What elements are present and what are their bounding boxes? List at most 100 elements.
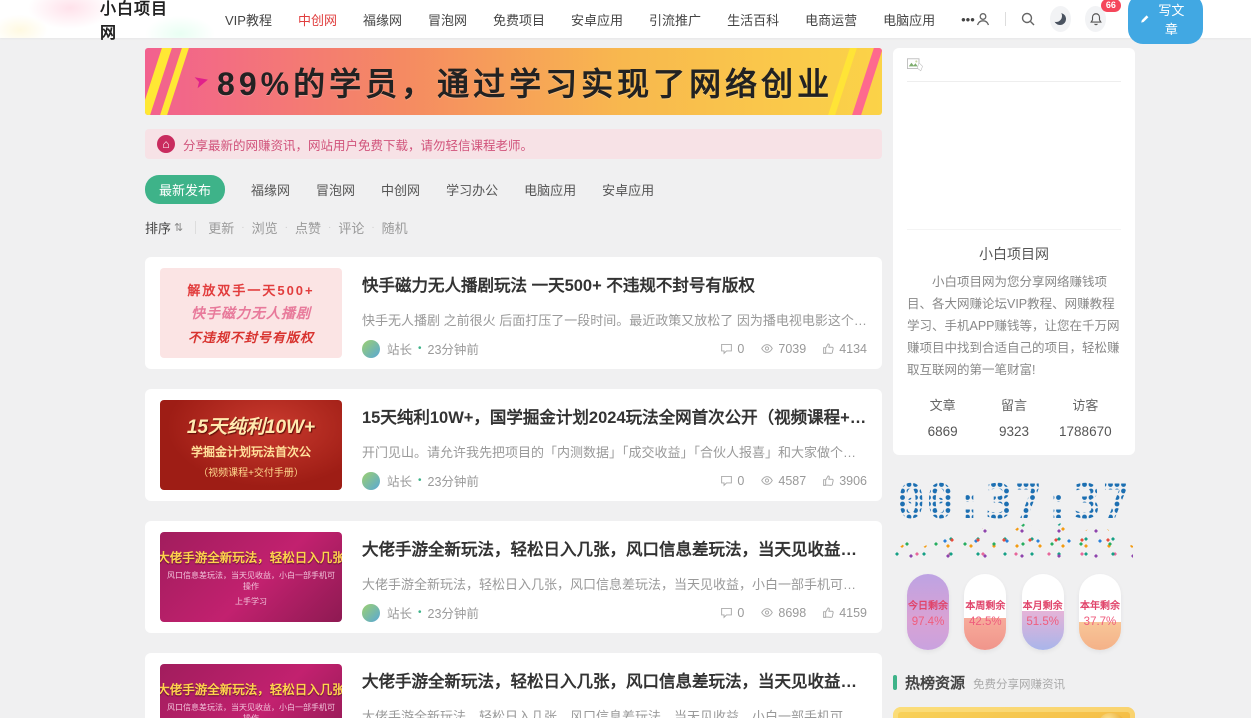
article-excerpt: 大佬手游全新玩法，轻松日入几张，风口信息差玩法，当天见收益，小白一部手机可操作!… <box>362 574 867 593</box>
site-stats: 文章 6869 留言 9323 访客 1788670 <box>907 395 1121 439</box>
time-remaining-widgets: 今日剩余97.4% 本周剩余42.5% 本月剩余51.5% 本年剩余37.7% <box>893 574 1135 650</box>
home-icon: ⌂ <box>157 135 175 153</box>
sort-random[interactable]: 随机 <box>382 218 408 237</box>
author-avatar[interactable] <box>362 472 380 490</box>
nav-item-free[interactable]: 免费项目 <box>493 10 545 29</box>
sidebar: 小白项目网 小白项目网为您分享网络赚钱项目、各大网赚论坛VIP教程、网赚教程学习… <box>893 48 1135 718</box>
nav-item-pc[interactable]: 电脑应用 <box>883 10 935 29</box>
category-filters: 最新发布 福缘网 冒泡网 中创网 学习办公 电脑应用 安卓应用 <box>145 175 882 204</box>
site-info-card: 小白项目网 小白项目网为您分享网络赚钱项目、各大网赚论坛VIP教程、网赚教程学习… <box>893 48 1135 455</box>
comment-icon <box>720 342 733 355</box>
article-time: 23分钟前 <box>428 471 479 490</box>
article-card[interactable]: 解放双手一天500+ 快手磁力无人播剧 不违规不封号有版权 快手磁力无人播剧玩法… <box>145 257 882 369</box>
sort-comments[interactable]: 评论 <box>338 218 364 237</box>
nav-item-maopao[interactable]: 冒泡网 <box>428 10 467 29</box>
write-article-button[interactable]: 写文章 <box>1128 0 1203 44</box>
view-count: 4587 <box>760 474 806 488</box>
article-thumbnail[interactable]: 解放双手一天500+ 快手磁力无人播剧 不违规不封号有版权 <box>160 268 342 358</box>
sort-arrows-icon: ⇅ <box>174 221 183 234</box>
article-card[interactable]: 15天纯利10W+ 学掘金计划玩法首次公 （视频课程+交付手册） 15天纯利10… <box>145 389 882 501</box>
author-name[interactable]: 站长 <box>387 603 412 622</box>
comment-count: 0 <box>720 606 744 620</box>
month-remaining: 本月剩余51.5% <box>1022 574 1064 650</box>
nav-item-android[interactable]: 安卓应用 <box>571 10 623 29</box>
view-count: 7039 <box>760 342 806 356</box>
user-icon[interactable] <box>975 10 991 28</box>
article-title[interactable]: 快手磁力无人播剧玩法 一天500+ 不违规不封号有版权 <box>362 272 867 296</box>
article-title[interactable]: 大佬手游全新玩法，轻松日入几张，风口信息差玩法，当天见收益，小白一... <box>362 668 867 692</box>
article-thumbnail[interactable]: 大佬手游全新玩法，轻松日入几张 风口信息差玩法，当天见收益，小白一部手机可操作 … <box>160 664 342 718</box>
nav-item-vip[interactable]: VIP教程 <box>225 10 272 29</box>
notification-badge: 66 <box>1101 0 1121 12</box>
notice-text: 分享最新的网赚资讯，网站用户免费下载，请勿轻信课程老师。 <box>183 135 533 154</box>
sort-bar: 排序⇅ 更新· 浏览· 点赞· 评论· 随机 <box>145 218 882 237</box>
like-count[interactable]: 4134 <box>822 342 867 356</box>
thumbs-up-icon <box>822 342 835 355</box>
pencil-icon <box>1140 13 1150 25</box>
article-card[interactable]: 大佬手游全新玩法，轻松日入几张 风口信息差玩法，当天见收益，小白一部手机可操作 … <box>145 653 882 718</box>
sort-label[interactable]: 排序⇅ <box>145 218 183 237</box>
hot-resources-heading: 热榜资源 免费分享网赚资讯 <box>893 672 1135 693</box>
like-count[interactable]: 4159 <box>822 606 867 620</box>
article-card[interactable]: 大佬手游全新玩法，轻松日入几张 风口信息差玩法，当天见收益，小白一部手机可操作 … <box>145 521 882 633</box>
coin-decoration <box>1099 713 1125 718</box>
nav-item-fuyuan[interactable]: 福缘网 <box>363 10 402 29</box>
filter-study[interactable]: 学习办公 <box>446 180 498 199</box>
sort-views[interactable]: 浏览 <box>252 218 278 237</box>
filter-maopao[interactable]: 冒泡网 <box>316 180 355 199</box>
sort-likes[interactable]: 点赞 <box>295 218 321 237</box>
banner-arrow-icon: ➤ <box>191 69 211 93</box>
filter-pc[interactable]: 电脑应用 <box>524 180 576 199</box>
filter-latest[interactable]: 最新发布 <box>145 175 225 204</box>
thumbs-up-icon <box>822 474 835 487</box>
broken-image-icon <box>907 58 1121 82</box>
nav-item-ecommerce[interactable]: 电商运营 <box>805 10 857 29</box>
article-excerpt: 开门见山。请允许我先把项目的「内测数据」「成交收益」「合伙人报喜」和大家做个简单… <box>362 442 867 461</box>
nav-item-zhongchuang[interactable]: 中创网 <box>298 10 337 29</box>
author-avatar[interactable] <box>362 604 380 622</box>
filter-fuyuan[interactable]: 福缘网 <box>251 180 290 199</box>
filter-zhongchuang[interactable]: 中创网 <box>381 180 420 199</box>
nav-item-traffic[interactable]: 引流推广 <box>649 10 701 29</box>
article-time: 23分钟前 <box>428 603 479 622</box>
nav-more-icon[interactable]: ••• <box>961 12 975 27</box>
site-logo[interactable]: 小白项目网 <box>100 0 177 43</box>
main-nav: VIP教程 中创网 福缘网 冒泡网 免费项目 安卓应用 引流推广 生活百科 电商… <box>225 10 975 29</box>
today-remaining: 今日剩余97.4% <box>907 574 949 650</box>
header-actions: 66 写文章 <box>975 0 1203 44</box>
year-remaining: 本年剩余37.7% <box>1079 574 1121 650</box>
article-thumbnail[interactable]: 大佬手游全新玩法，轻松日入几张 风口信息差玩法，当天见收益，小白一部手机可操作 … <box>160 532 342 622</box>
stat-visitors: 访客 1788670 <box>1050 395 1121 439</box>
eye-icon <box>760 474 774 487</box>
article-excerpt: 大佬手游全新玩法，轻松日入几张，风口信息差玩法，当天见收益，小白一部手机可操作!… <box>362 706 867 718</box>
bell-icon <box>1089 12 1103 26</box>
sort-update[interactable]: 更新 <box>208 218 234 237</box>
author-avatar[interactable] <box>362 340 380 358</box>
article-title[interactable]: 大佬手游全新玩法，轻松日入几张，风口信息差玩法，当天见收益，小白一... <box>362 536 867 560</box>
dark-mode-toggle[interactable] <box>1050 6 1071 32</box>
promo-banner[interactable]: ➤ 89%的学员，通过学习实现了网络创业 <box>145 48 882 115</box>
eye-icon <box>760 342 774 355</box>
site-notice[interactable]: ⌂ 分享最新的网赚资讯，网站用户免费下载，请勿轻信课程老师。 <box>145 129 882 159</box>
author-name[interactable]: 站长 <box>387 339 412 358</box>
comment-count: 0 <box>720 474 744 488</box>
banner-text: 89%的学员，通过学习实现了网络创业 <box>217 59 833 105</box>
author-name[interactable]: 站长 <box>387 471 412 490</box>
site-description: 小白项目网为您分享网络赚钱项目、各大网赚论坛VIP教程、网赚教程学习、手机APP… <box>907 272 1121 381</box>
article-title[interactable]: 15天纯利10W+，国学掘金计划2024玩法全网首次公开（视频课程+交付手册） <box>362 404 867 428</box>
header: 小白项目网 VIP教程 中创网 福缘网 冒泡网 免费项目 安卓应用 引流推广 生… <box>0 0 1251 38</box>
like-count[interactable]: 3906 <box>822 474 867 488</box>
main-column: ➤ 89%的学员，通过学习实现了网络创业 ⌂ 分享最新的网赚资讯，网站用户免费下… <box>145 48 882 718</box>
week-remaining: 本周剩余42.5% <box>964 574 1006 650</box>
nav-item-life[interactable]: 生活百科 <box>727 10 779 29</box>
stat-articles: 文章 6869 <box>907 395 978 439</box>
view-count: 8698 <box>760 606 806 620</box>
filter-android[interactable]: 安卓应用 <box>602 180 654 199</box>
stat-comments: 留言 9323 <box>978 395 1049 439</box>
notifications-button[interactable]: 66 <box>1085 6 1106 32</box>
search-icon[interactable] <box>1020 10 1036 28</box>
hot-item-top1[interactable]: TOP1 最新数字人书单号 日引400+创业粉 单日变现五位数 9974人已阅读… <box>893 707 1135 718</box>
moon-icon <box>1054 13 1066 25</box>
article-time: 23分钟前 <box>428 339 479 358</box>
article-thumbnail[interactable]: 15天纯利10W+ 学掘金计划玩法首次公 （视频课程+交付手册） <box>160 400 342 490</box>
